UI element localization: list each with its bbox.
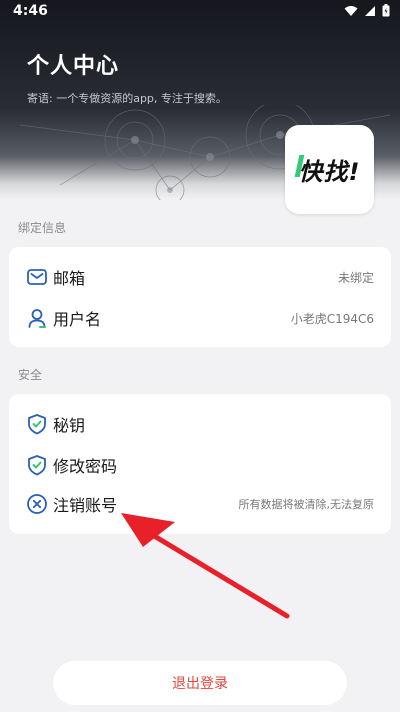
- mail-icon: [27, 269, 47, 285]
- binding-card: 邮箱 未绑定 用户名 小老虎C194C6: [9, 247, 391, 347]
- battery-icon: [382, 4, 390, 17]
- cancel-account-label: 注销账号: [53, 496, 118, 515]
- status-bar: 4:46: [0, 0, 400, 24]
- page-title: 个人中心: [27, 54, 120, 79]
- app-logo-text: 快找!: [294, 152, 361, 187]
- email-value: 未绑定: [337, 270, 374, 285]
- email-row[interactable]: 邮箱 未绑定: [9, 257, 391, 297]
- username-row[interactable]: 用户名 小老虎C194C6: [9, 298, 391, 338]
- email-label: 邮箱: [53, 269, 86, 288]
- header-motto: 寄语: 一个专做资源的app, 专注于搜索。: [27, 92, 227, 105]
- cancel-account-row[interactable]: 注销账号 所有数据将被清除,无法复原: [9, 484, 391, 524]
- shield-check-icon: [28, 455, 46, 476]
- change-password-row[interactable]: 修改密码: [9, 445, 391, 485]
- shield-check-icon: [28, 414, 46, 435]
- wifi-icon: [344, 5, 358, 16]
- secret-key-row[interactable]: 秘钥: [9, 404, 391, 444]
- security-card: 秘钥 修改密码 注销账号 所有数据将被清除,无法复原: [9, 394, 391, 534]
- logout-button[interactable]: 退出登录: [53, 661, 347, 705]
- signal-icon: [365, 5, 375, 16]
- cancel-account-warning: 所有数据将被清除,无法复原: [238, 498, 375, 511]
- username-label: 用户名: [53, 310, 102, 329]
- change-password-label: 修改密码: [53, 457, 118, 476]
- secret-key-label: 秘钥: [53, 416, 86, 435]
- binding-section-label: 绑定信息: [18, 221, 67, 235]
- status-icons: [344, 4, 390, 17]
- app-logo: 快找!: [285, 125, 374, 214]
- status-time: 4:46: [13, 3, 48, 19]
- user-icon: [28, 309, 46, 328]
- circle-x-icon: [27, 494, 47, 514]
- username-value: 小老虎C194C6: [290, 311, 374, 326]
- security-section-label: 安全: [18, 368, 43, 382]
